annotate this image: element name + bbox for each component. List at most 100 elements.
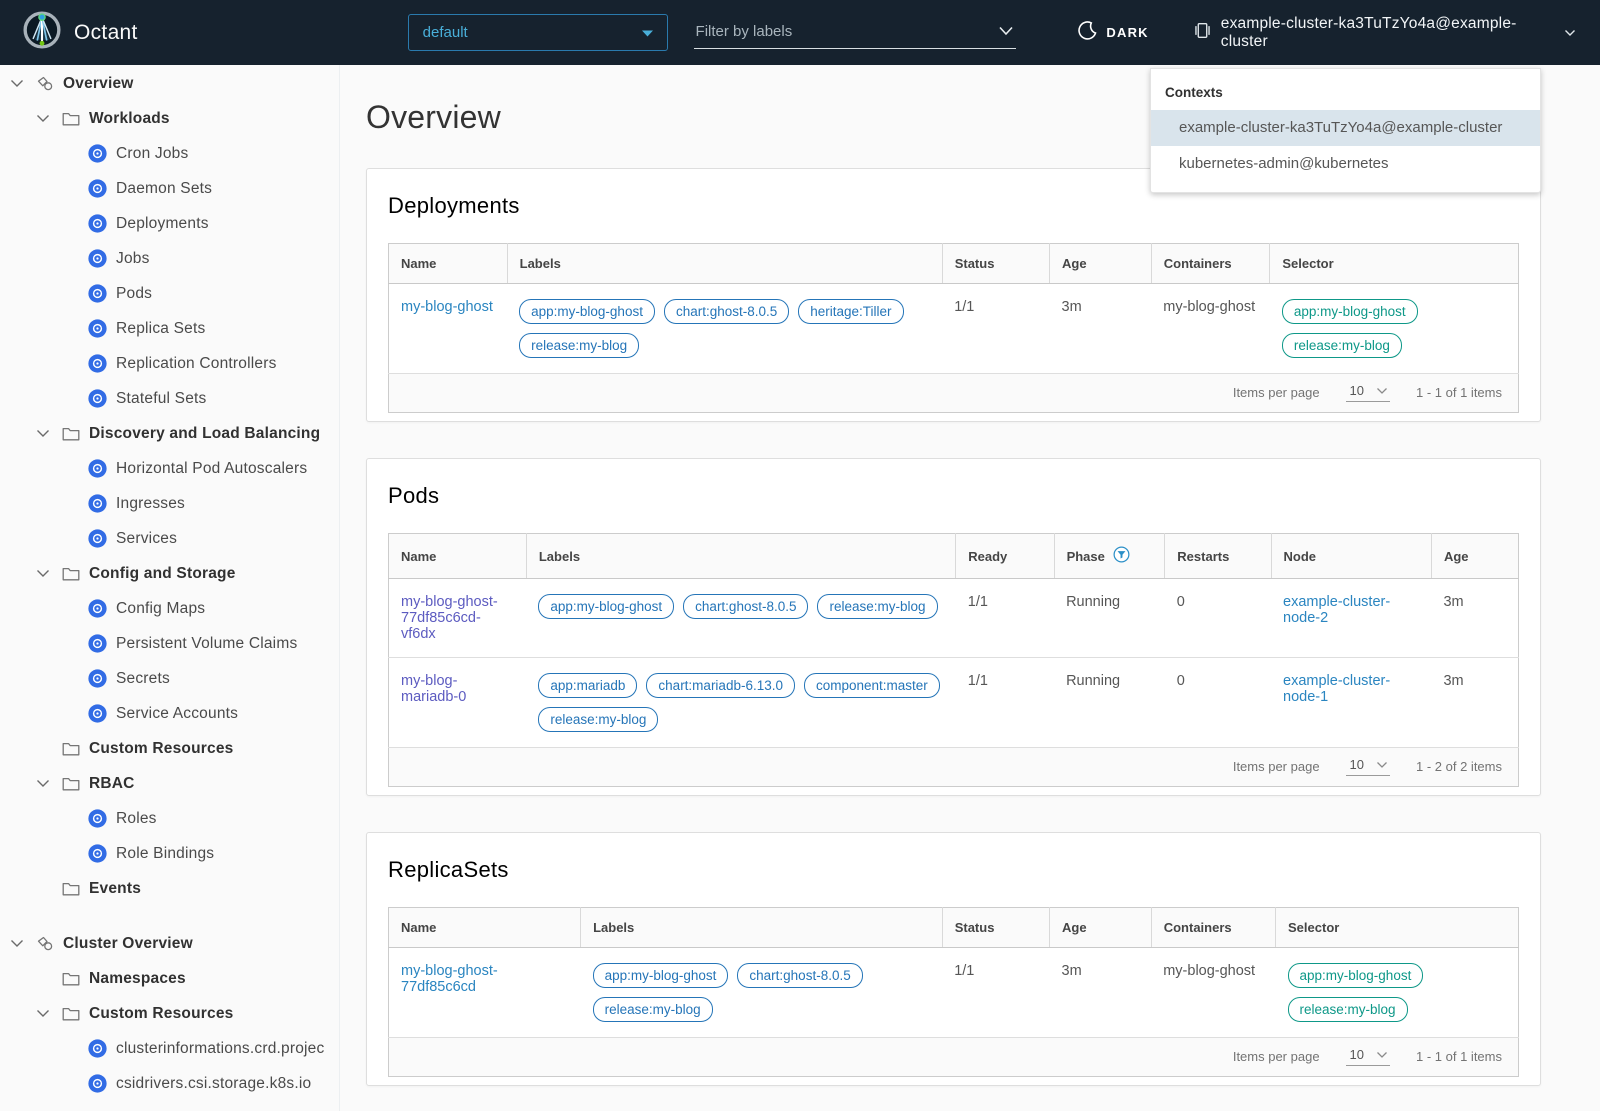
sidebar-item-overview[interactable]: Overview [0, 66, 339, 101]
sidebar-item-secrets[interactable]: Secrets [0, 661, 339, 696]
sidebar-item-custom-resources[interactable]: Custom Resources [0, 731, 339, 766]
cell-name: my-blog-mariadb-0 [388, 657, 527, 748]
sidebar-item-replication-controllers[interactable]: Replication Controllers [0, 346, 339, 381]
cell-status: 1/1 [942, 283, 1050, 374]
age-value: 3m [1061, 299, 1082, 315]
sidebar-item-label: Discovery and Load Balancing [89, 424, 321, 442]
context-current-label: example-cluster-ka3TuTzYo4a@example-clus… [1220, 14, 1517, 50]
context-switcher[interactable]: example-cluster-ka3TuTzYo4a@example-clus… [1193, 15, 1576, 51]
column-header-name: Name [388, 533, 527, 579]
sidebar-item-persistent-volume-claims[interactable]: Persistent Volume Claims [0, 626, 339, 661]
serviceaccount-icon [88, 704, 107, 723]
filter-icon[interactable] [1113, 546, 1130, 566]
chevron-down-icon[interactable] [36, 569, 62, 578]
sidebar-item-daemon-sets[interactable]: Daemon Sets [0, 171, 339, 206]
column-header-label: Phase [1066, 548, 1105, 564]
sidebar-item-service-accounts[interactable]: Service Accounts [0, 696, 339, 731]
replicaset-icon [88, 319, 107, 338]
page-size-select[interactable]: 10 [1345, 383, 1391, 402]
chevron-down-icon[interactable] [10, 939, 36, 948]
sidebar-navigation: Overview Workloads Cron Jobs Daemon Sets Dep… [0, 65, 340, 1111]
theme-toggle[interactable]: DARK [1078, 20, 1148, 45]
sidebar-item-workloads[interactable]: Workloads [0, 101, 339, 136]
sidebar-item-label: Custom Resources [89, 739, 234, 757]
sidebar-item-roles[interactable]: Roles [0, 801, 339, 836]
chevron-down-icon[interactable] [36, 1009, 62, 1018]
sidebar-item-label: Ingresses [116, 494, 185, 512]
name-link[interactable]: my-blog-ghost [401, 299, 493, 315]
sidebar-item-events[interactable]: Events [0, 871, 339, 906]
name-link[interactable]: my-blog-ghost-77df85c6cd [401, 963, 569, 995]
sidebar-item-label: Custom Resources [89, 1004, 234, 1022]
column-header-node: Node [1270, 533, 1432, 579]
column-header-label: Labels [519, 256, 561, 271]
sidebar-item-config-and-storage[interactable]: Config and Storage [0, 556, 339, 591]
sidebar-item-label: Jobs [116, 249, 150, 267]
cell-name: my-blog-ghost-77df85c6cd [388, 947, 581, 1038]
context-option[interactable]: example-cluster-ka3TuTzYo4a@example-clus… [1151, 110, 1540, 146]
sidebar-item-discovery-and-load-balancing[interactable]: Discovery and Load Balancing [0, 416, 339, 451]
sidebar-item-ingresses[interactable]: Ingresses [0, 486, 339, 521]
deployments-card-title: Deployments [388, 193, 520, 218]
service-icon [88, 529, 107, 548]
chevron-down-icon[interactable] [36, 114, 62, 123]
sidebar-item-namespaces[interactable]: Namespaces [0, 961, 339, 996]
node-link[interactable]: example-cluster-node-1 [1283, 673, 1419, 705]
job-icon [88, 249, 107, 268]
column-header-containers: Containers [1150, 243, 1270, 284]
pod-icon [88, 284, 107, 303]
sidebar-item-label: Cluster Overview [63, 934, 193, 952]
sidebar-item-pods[interactable]: Pods [0, 276, 339, 311]
cluster-icon [1193, 21, 1212, 45]
column-header-label: Age [1062, 920, 1087, 935]
sidebar-item-csidrivers-csi-storage-k8s-io[interactable]: csidrivers.csi.storage.k8s.io [0, 1066, 339, 1101]
chevron-down-icon[interactable] [36, 779, 62, 788]
sidebar-item-replica-sets[interactable]: Replica Sets [0, 311, 339, 346]
sidebar-item-label: Role Bindings [116, 844, 215, 862]
sidebar-item-horizontal-pod-autoscalers[interactable]: Horizontal Pod Autoscalers [0, 451, 339, 486]
sidebar-item-rbac[interactable]: RBAC [0, 766, 339, 801]
app-header: Octant default Filter by labels DARK exa… [0, 0, 1600, 65]
sidebar-item-cluster-overview[interactable]: Cluster Overview [0, 926, 339, 961]
sidebar-item-label: RBAC [89, 774, 135, 792]
column-header-age: Age [1430, 533, 1519, 579]
status-value: 1/1 [954, 299, 975, 315]
sidebar-item-clusterinformations-crd-projec[interactable]: clusterinformations.crd.projec [0, 1031, 339, 1066]
chevron-down-icon [1377, 761, 1387, 768]
pods-pagination: Items per page 10 1 - 2 of 2 items [388, 748, 1519, 787]
cell-labels: app:my-blog-ghost chart:ghost-8.0.5 herita… [507, 283, 943, 374]
label-badge: chart:ghost-8.0.5 [683, 594, 809, 619]
sidebar-item-services[interactable]: Services [0, 521, 339, 556]
sidebar-item-jobs[interactable]: Jobs [0, 241, 339, 276]
sidebar-item-custom-resources[interactable]: Custom Resources [0, 996, 339, 1031]
sidebar-item-role-bindings[interactable]: Role Bindings [0, 836, 339, 871]
chevron-down-icon[interactable] [10, 79, 36, 88]
cell-name: my-blog-ghost [388, 283, 508, 374]
namespace-selector[interactable]: default [407, 14, 668, 51]
sidebar-item-label: Horizontal Pod Autoscalers [116, 459, 308, 477]
column-header-label: Status [954, 920, 995, 935]
context-option[interactable]: kubernetes-admin@kubernetes [1151, 146, 1540, 182]
name-link[interactable]: my-blog-ghost-77df85c6cd-vf6dx [401, 594, 514, 642]
sidebar-item-deployments[interactable]: Deployments [0, 206, 339, 241]
page-size-select[interactable]: 10 [1345, 1047, 1391, 1066]
status-value: 1/1 [954, 963, 975, 979]
page-size-select[interactable]: 10 [1345, 757, 1391, 776]
items-per-page-label: Items per page [1232, 1049, 1320, 1064]
sidebar-item-stateful-sets[interactable]: Stateful Sets [0, 381, 339, 416]
cronjob-icon [88, 144, 107, 163]
chevron-down-icon[interactable] [998, 23, 1014, 41]
node-link[interactable]: example-cluster-node-2 [1283, 594, 1419, 626]
pods-card: Pods Name Labels Ready Phase Restarts Node Age… [366, 458, 1541, 796]
sidebar-item-label: Service Accounts [116, 704, 239, 722]
label-filter-input[interactable]: Filter by labels [693, 17, 1017, 49]
label-badge: release:my-blog [538, 707, 659, 732]
chevron-down-icon[interactable] [36, 429, 62, 438]
label-badge: release:my-blog [817, 594, 938, 619]
pagination-range: 1 - 2 of 2 items [1416, 759, 1502, 774]
cell-phase: Running [1054, 578, 1165, 658]
name-link[interactable]: my-blog-mariadb-0 [401, 673, 514, 705]
sidebar-item-config-maps[interactable]: Config Maps [0, 591, 339, 626]
sidebar-item-cron-jobs[interactable]: Cron Jobs [0, 136, 339, 171]
folder-icon [62, 776, 80, 791]
